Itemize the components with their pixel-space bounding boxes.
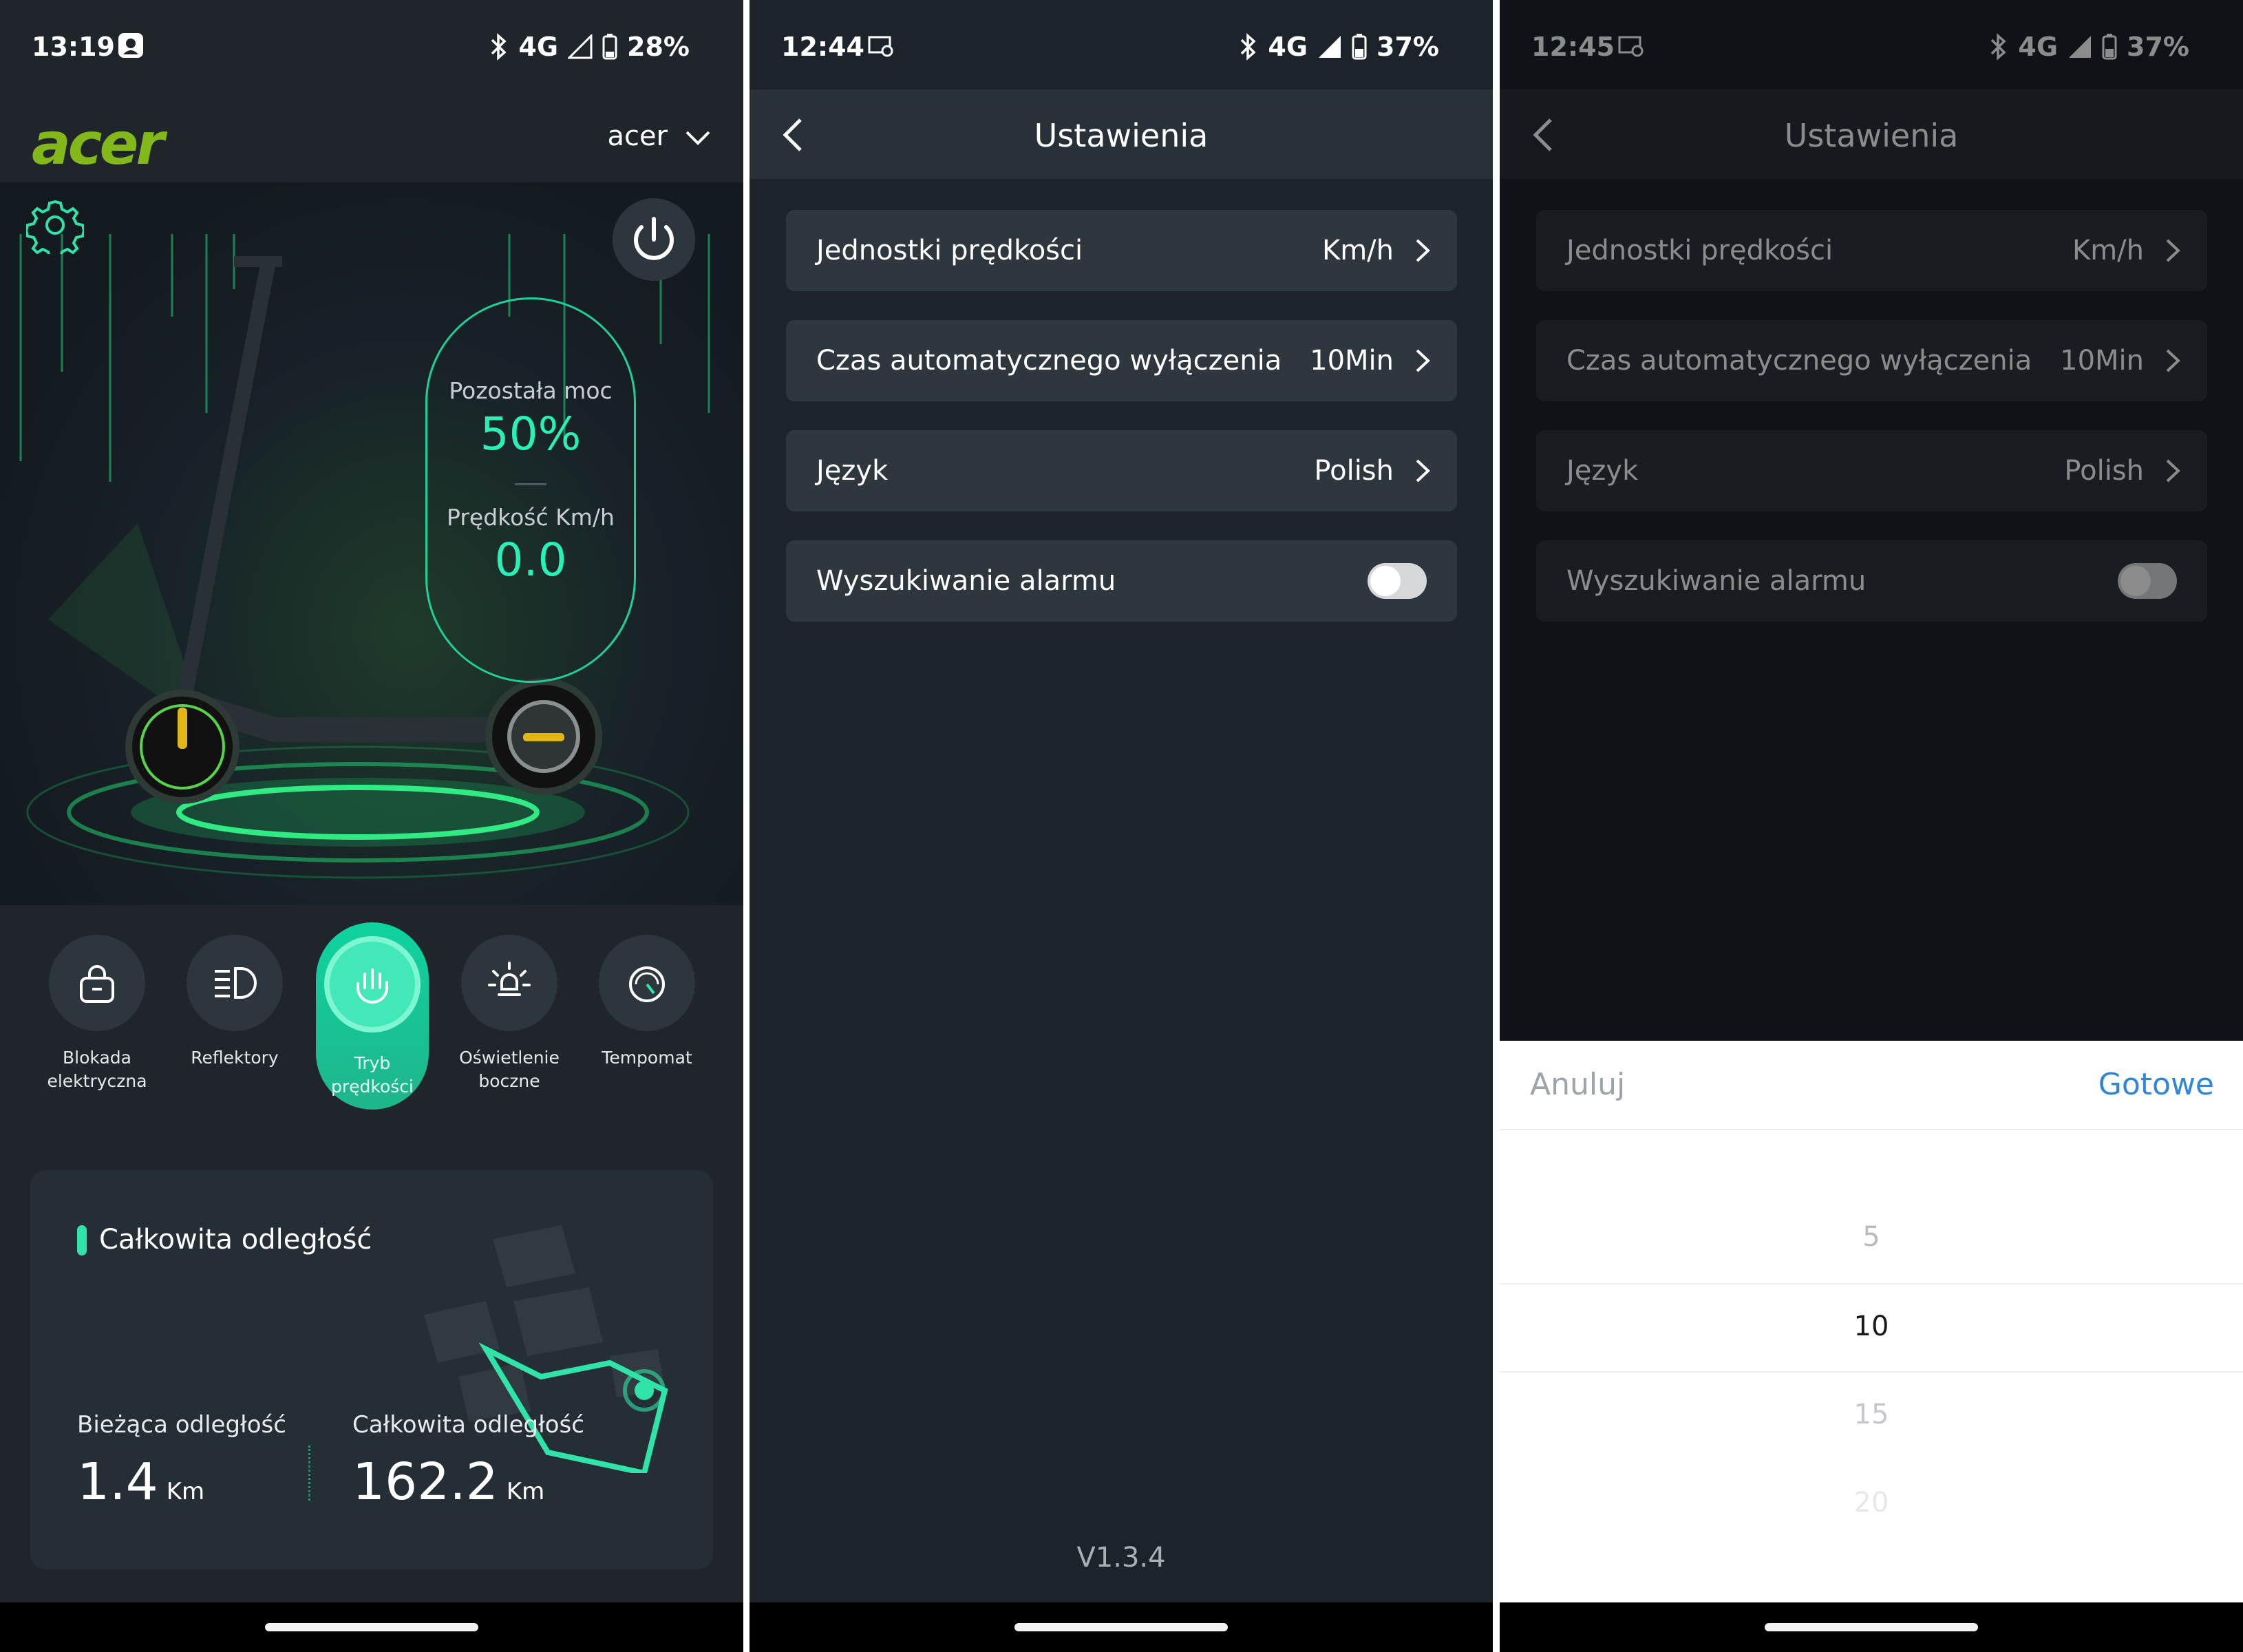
setting-label: Wyszukiwanie alarmu bbox=[816, 565, 1116, 597]
chevron-right-icon bbox=[1416, 459, 1430, 483]
control-label: prędkości bbox=[331, 1077, 414, 1097]
status-capsule bbox=[425, 297, 636, 683]
side-lights-button[interactable] bbox=[461, 935, 557, 1031]
control-cruise[interactable]: Tempomat bbox=[578, 922, 716, 1070]
control-headlights[interactable]: Reflektory bbox=[166, 922, 304, 1070]
settings-picker-screen: 12:45 4G 37% Ustawienia Jednostki prędko… bbox=[1500, 0, 2243, 1652]
done-button[interactable]: Gotowe bbox=[2098, 1067, 2214, 1102]
network-type: 4G bbox=[518, 32, 559, 62]
power-icon bbox=[634, 217, 674, 260]
status-bar: 13:19 4G 28% bbox=[0, 0, 743, 89]
page-title: Ustawienia bbox=[1034, 117, 1209, 154]
total-distance-value: 162.2 Km bbox=[352, 1452, 544, 1512]
distance-card-title: Całkowita odległość bbox=[99, 1224, 372, 1256]
speed-label: Prędkość Km/h bbox=[447, 504, 615, 531]
notification-icon bbox=[868, 36, 893, 57]
control-label: boczne bbox=[478, 1071, 540, 1091]
control-label: Tryb bbox=[354, 1053, 391, 1073]
lock-icon bbox=[80, 965, 114, 1003]
battery-remaining-value: 50% bbox=[480, 407, 582, 460]
control-bar: Blokada elektryczna Reflektory Tryb prędko… bbox=[0, 922, 743, 1129]
headlight-icon bbox=[215, 967, 257, 999]
picker-option[interactable]: 15 bbox=[1500, 1399, 2243, 1430]
notification-icon bbox=[118, 33, 143, 58]
battery-percent: 37% bbox=[1376, 32, 1439, 62]
selection-line-bottom bbox=[1500, 1371, 2243, 1373]
modal-overlay[interactable] bbox=[1500, 0, 2243, 1041]
battery-icon bbox=[602, 34, 617, 60]
chevron-right-icon bbox=[1416, 239, 1430, 262]
battery-remaining-label: Pozostała moc bbox=[449, 377, 613, 404]
setting-value: Polish bbox=[1314, 455, 1394, 487]
acer-logo: acer bbox=[32, 110, 164, 178]
signal-icon bbox=[1319, 36, 1341, 58]
home-gesture-bar[interactable] bbox=[1765, 1623, 1978, 1631]
settings-row-speed-units[interactable]: Jednostki prędkości Km/h bbox=[786, 210, 1457, 291]
setting-label: Czas automatycznego wyłączenia bbox=[816, 345, 1282, 377]
setting-label: Język bbox=[816, 455, 889, 487]
status-time: 13:19 bbox=[32, 32, 115, 62]
total-distance-label: Całkowita odległość bbox=[352, 1411, 584, 1439]
sheet-divider bbox=[1500, 1129, 2243, 1130]
current-distance-value: 1.4 Km bbox=[77, 1452, 204, 1512]
network-type: 4G bbox=[1268, 32, 1308, 62]
cruise-control-icon bbox=[629, 966, 665, 1002]
lock-button[interactable] bbox=[49, 935, 145, 1031]
control-speed-mode[interactable]: Tryb prędkości bbox=[304, 922, 441, 1110]
home-screen: 13:19 4G 28% acer acer Pozostała moc 50%… bbox=[0, 0, 743, 1652]
app-version: V1.3.4 bbox=[1076, 1542, 1166, 1574]
cancel-button[interactable]: Anuluj bbox=[1530, 1067, 1625, 1102]
distance-divider bbox=[308, 1446, 310, 1501]
capsule-divider bbox=[515, 483, 546, 485]
picker-option[interactable]: 20 bbox=[1500, 1487, 2243, 1518]
current-distance-unit: Km bbox=[166, 1478, 205, 1505]
power-button[interactable] bbox=[613, 198, 695, 281]
picker-option[interactable]: 5 bbox=[1500, 1221, 2243, 1253]
status-bar: 12:44 4G 37% bbox=[750, 0, 1493, 89]
control-label: Oświetlenie bbox=[459, 1048, 560, 1068]
speed-mode-button[interactable] bbox=[324, 936, 421, 1032]
control-label: Blokada bbox=[63, 1048, 131, 1068]
headlights-button[interactable] bbox=[187, 935, 283, 1031]
chevron-right-icon bbox=[1416, 349, 1430, 372]
setting-value: 10Min bbox=[1310, 345, 1394, 377]
settings-row-auto-off[interactable]: Czas automatycznego wyłączenia 10Min bbox=[786, 320, 1457, 401]
cruise-button[interactable] bbox=[599, 935, 695, 1031]
signal-icon bbox=[568, 34, 593, 59]
setting-label: Jednostki prędkości bbox=[816, 235, 1083, 266]
time-picker-sheet: Anuluj Gotowe 5 10 15 20 bbox=[1500, 1041, 2243, 1602]
home-gesture-bar[interactable] bbox=[1014, 1623, 1228, 1631]
distance-card: Całkowita odległość Bieżąca odległość Ca… bbox=[30, 1170, 713, 1569]
device-selector[interactable]: acer bbox=[607, 120, 668, 152]
bluetooth-icon bbox=[1241, 33, 1256, 61]
control-label: Tempomat bbox=[602, 1048, 692, 1068]
battery-icon bbox=[1352, 34, 1367, 60]
control-label: Reflektory bbox=[191, 1048, 279, 1068]
selection-line-top bbox=[1500, 1283, 2243, 1284]
settings-screen: 12:44 4G 37% Ustawienia Jednostki prędko… bbox=[750, 0, 1493, 1652]
status-time: 12:44 bbox=[781, 32, 864, 62]
battery-percent: 28% bbox=[627, 32, 690, 62]
section-accent-bar bbox=[77, 1225, 87, 1256]
current-distance-number: 1.4 bbox=[77, 1452, 158, 1512]
settings-gear-icon[interactable] bbox=[26, 196, 84, 254]
speed-value: 0.0 bbox=[494, 533, 567, 586]
settings-row-alarm-search: Wyszukiwanie alarmu bbox=[786, 540, 1457, 622]
settings-row-language[interactable]: Język Polish bbox=[786, 430, 1457, 511]
control-lock[interactable]: Blokada elektryczna bbox=[28, 922, 166, 1093]
chevron-down-icon[interactable] bbox=[683, 123, 713, 153]
home-gesture-bar[interactable] bbox=[265, 1623, 478, 1631]
toggle-knob bbox=[1370, 566, 1401, 596]
bluetooth-icon bbox=[491, 33, 507, 61]
picker-option-selected[interactable]: 10 bbox=[1500, 1311, 2243, 1342]
alarm-search-toggle[interactable] bbox=[1368, 563, 1427, 599]
total-distance-number: 162.2 bbox=[352, 1452, 498, 1512]
side-light-icon bbox=[488, 962, 531, 996]
speed-mode-icon bbox=[357, 968, 388, 1004]
current-distance-label: Bieżąca odległość bbox=[77, 1411, 286, 1439]
setting-value: Km/h bbox=[1321, 235, 1394, 266]
total-distance-unit: Km bbox=[506, 1478, 545, 1505]
control-label: elektryczna bbox=[47, 1071, 147, 1091]
control-side-lights[interactable]: Oświetlenie boczne bbox=[440, 922, 578, 1093]
